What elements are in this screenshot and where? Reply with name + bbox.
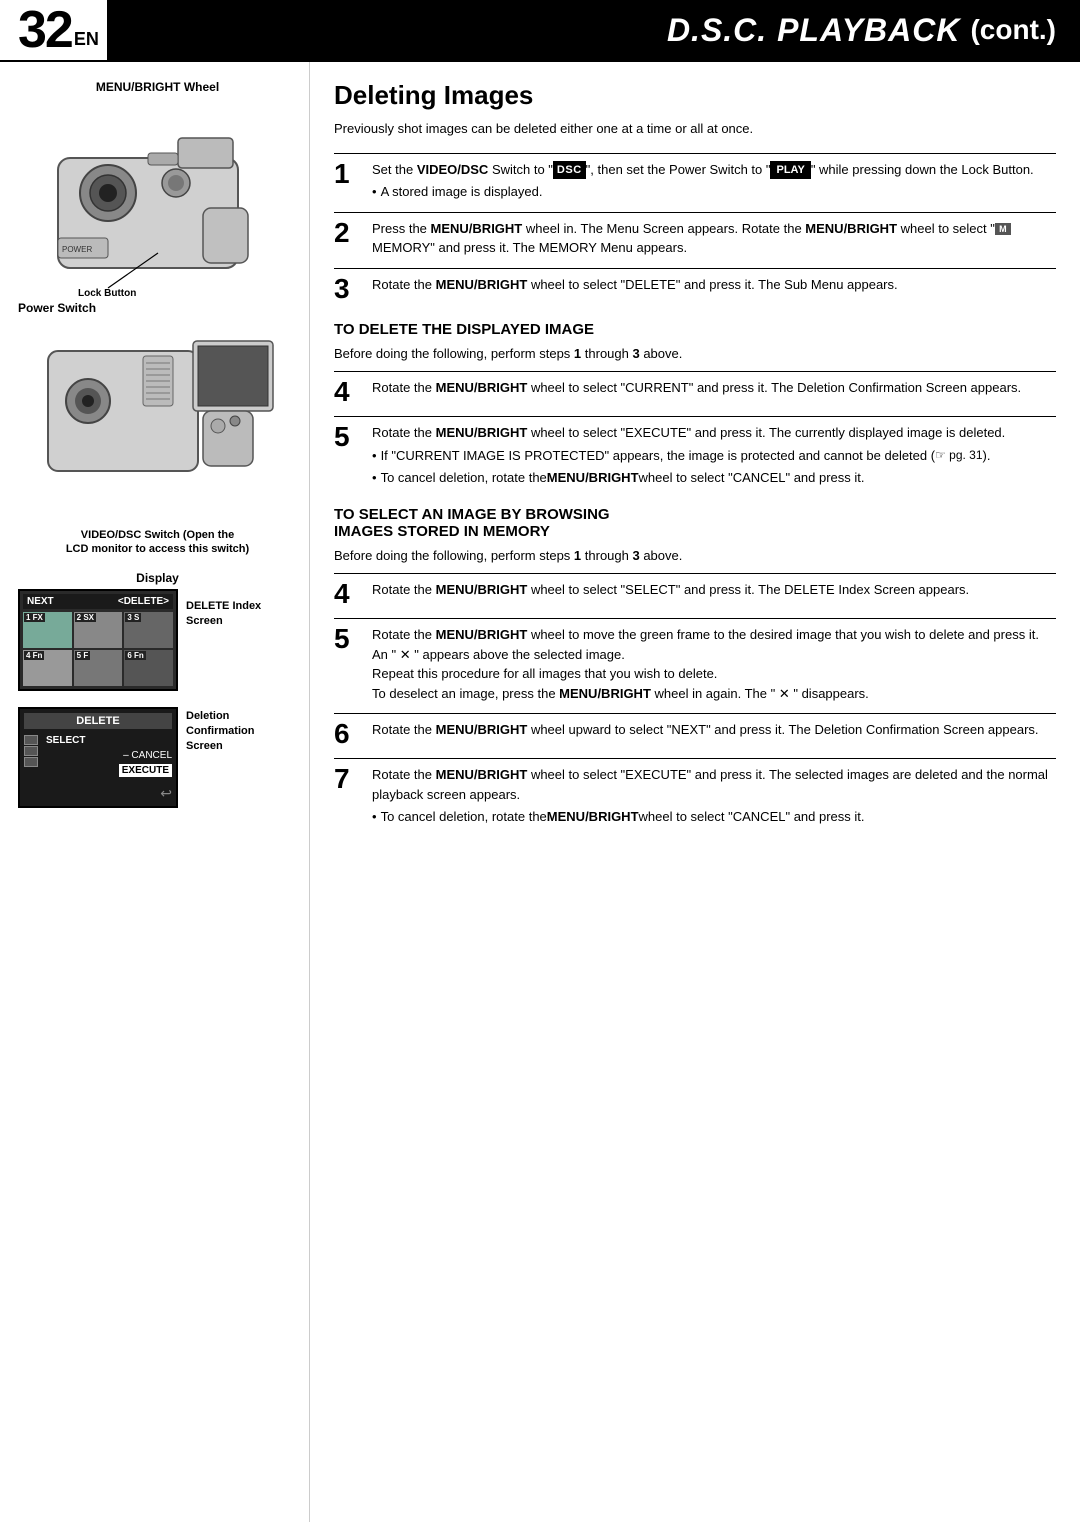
sub1-step-5-number: 5 [334,423,372,451]
sub2-step-6: 6 Rotate the MENU/BRIGHT wheel upward to… [334,713,1056,748]
delete-index-nav: NEXT <DELETE> [23,594,173,609]
sub2-step-6-number: 6 [334,720,372,748]
sub2-step-4-number: 4 [334,580,372,608]
delete-index-screen: NEXT <DELETE> 1 FX 2 SX 3 S 4 Fn 5 F 6 F… [18,589,178,693]
sub2-step-6-content: Rotate the MENU/BRIGHT wheel upward to s… [372,720,1056,740]
subsection-2-intro: Before doing the following, perform step… [334,546,1056,566]
sub1-step-4-number: 4 [334,378,372,406]
camera-bottom-svg [28,321,288,521]
thumb-3: 3 S [124,612,173,648]
thumb-6-label: 6 Fn [125,651,145,661]
deletion-conf-screen-box: DELETE SELECT – CANCEL [18,707,178,808]
step-1-number: 1 [334,160,372,188]
next-btn-label: NEXT [27,596,54,607]
page-number-block: 32 EN [0,0,107,60]
subsection-2-title: To Select an Image by BrowsingImages Sto… [334,506,1056,540]
sub2-step-5: 5 Rotate the MENU/BRIGHT wheel to move t… [334,618,1056,703]
memory-icon: M [995,223,1011,235]
sub1-step-5-bullet-1: If "CURRENT IMAGE IS PROTECTED" appears,… [372,446,1056,466]
camera-top-diagram: MENU/BRIGHT Wheel Lock Button [18,80,297,315]
conf-sidebar-icons [24,735,38,767]
thumb-4: 4 Fn [23,650,72,686]
conf-nav-icon: ↩ [160,785,172,802]
svg-text:POWER: POWER [62,245,92,254]
sidebar-icon-1 [24,735,38,745]
sub2-step-5-content: Rotate the MENU/BRIGHT wheel to move the… [372,625,1056,703]
sub2-step-7-content: Rotate the MENU/BRIGHT wheel to select "… [372,765,1056,827]
delete-btn-label: <DELETE> [118,596,169,607]
display-label: Display [18,571,297,585]
left-column: MENU/BRIGHT Wheel Lock Button [0,62,310,1522]
main-content: MENU/BRIGHT Wheel Lock Button [0,62,1080,1522]
page-header: 32 EN D.S.C. PLAYBACK (cont.) [0,0,1080,62]
thumb-5: 5 F [74,650,123,686]
camera-top-svg: Lock Button POWER [28,98,288,298]
sub1-step-5-content: Rotate the MENU/BRIGHT wheel to select "… [372,423,1056,488]
thumb-2-label: 2 SX [75,613,96,623]
sub2-step-4: 4 Rotate the MENU/BRIGHT wheel to select… [334,573,1056,608]
right-column: Deleting Images Previously shot images c… [310,62,1080,1522]
deletion-conf-wrapper: DELETE SELECT – CANCEL [18,707,297,808]
display-section: Display NEXT <DELETE> 1 FX 2 SX 3 S 4 Fn [18,571,297,808]
sidebar-icon-2 [24,746,38,756]
menu-bright-label: MENU/BRIGHT Wheel [18,80,297,94]
step-2-content: Press the MENU/BRIGHT wheel in. The Menu… [372,219,1056,258]
page-title-cont: (cont.) [970,14,1056,46]
step-1: 1 Set the VIDEO/DSC Switch to "DSC", the… [334,153,1056,202]
svg-text:Lock Button: Lock Button [78,288,136,298]
sub1-step-4-content: Rotate the MENU/BRIGHT wheel to select "… [372,378,1056,398]
deletion-conf-label-text: DeletionConfirmationScreen [186,710,254,753]
step-3-number: 3 [334,275,372,303]
page-number: 32 [18,4,72,56]
thumbnail-grid: 1 FX 2 SX 3 S 4 Fn 5 F 6 Fn [23,612,173,686]
power-switch-label: Power Switch [18,301,297,315]
sidebar-icon-3 [24,757,38,767]
dsc-badge: DSC [553,161,586,180]
step-1-content: Set the VIDEO/DSC Switch to "DSC", then … [372,160,1056,202]
delete-index-screen-box: NEXT <DELETE> 1 FX 2 SX 3 S 4 Fn 5 F 6 F… [18,589,178,691]
conf-bottom-nav: ↩ [24,785,172,802]
camera-bottom-diagram: VIDEO/DSC Switch (Open theLCD monitor to… [18,321,297,557]
sub2-step-7-bullet: To cancel deletion, rotate the MENU/BRIG… [372,807,1056,827]
thumb-5-label: 5 F [75,651,91,661]
page-suffix: EN [74,29,99,50]
conf-execute-label: EXECUTE [119,764,172,777]
sub1-step-5: 5 Rotate the MENU/BRIGHT wheel to select… [334,416,1056,488]
sub2-step-4-content: Rotate the MENU/BRIGHT wheel to select "… [372,580,1056,600]
sub1-step-5-bullet-2: To cancel deletion, rotate the MENU/BRIG… [372,468,1056,488]
page-title: D.S.C. PLAYBACK [667,12,961,49]
conf-delete-title: DELETE [24,713,172,729]
pg-ref-1: ☞ pg. 31 [935,446,982,464]
sub1-step-4: 4 Rotate the MENU/BRIGHT wheel to select… [334,371,1056,406]
delete-index-screen-label: DELETE IndexScreen [186,599,261,630]
delete-index-wrapper: NEXT <DELETE> 1 FX 2 SX 3 S 4 Fn 5 F 6 F… [18,589,297,693]
sub2-step-7-number: 7 [334,765,372,793]
sub2-step-7: 7 Rotate the MENU/BRIGHT wheel to select… [334,758,1056,827]
thumb-3-label: 3 S [125,613,141,623]
step-1-bullet: A stored image is displayed. [372,182,1056,202]
section-title: Deleting Images [334,80,1056,111]
thumb-1: 1 FX [23,612,72,648]
thumb-4-label: 4 Fn [24,651,44,661]
intro-text: Previously shot images can be deleted ei… [334,119,1056,139]
thumb-1-label: 1 FX [24,613,45,623]
step-3: 3 Rotate the MENU/BRIGHT wheel to select… [334,268,1056,303]
sub2-step-5-number: 5 [334,625,372,653]
play-badge: PLAY [770,161,810,180]
conf-main-content: SELECT – CANCEL EXECUTE [46,735,172,777]
delete-index-screen-label-text: DELETE IndexScreen [186,600,261,627]
step-2: 2 Press the MENU/BRIGHT wheel in. The Me… [334,212,1056,258]
page-title-block: D.S.C. PLAYBACK (cont.) [107,0,1080,60]
thumb-2: 2 SX [74,612,123,648]
conf-cancel-label: – CANCEL [123,750,172,761]
conf-select-label: SELECT [46,735,85,746]
step-3-content: Rotate the MENU/BRIGHT wheel to select "… [372,275,1056,295]
step-2-number: 2 [334,219,372,247]
subsection-1-title: To Delete the Displayed Image [334,321,1056,338]
video-dsc-label: VIDEO/DSC Switch (Open theLCD monitor to… [18,528,297,557]
thumb-6: 6 Fn [124,650,173,686]
subsection-1-intro: Before doing the following, perform step… [334,344,1056,364]
deletion-conf-label: DeletionConfirmationScreen [186,709,254,755]
